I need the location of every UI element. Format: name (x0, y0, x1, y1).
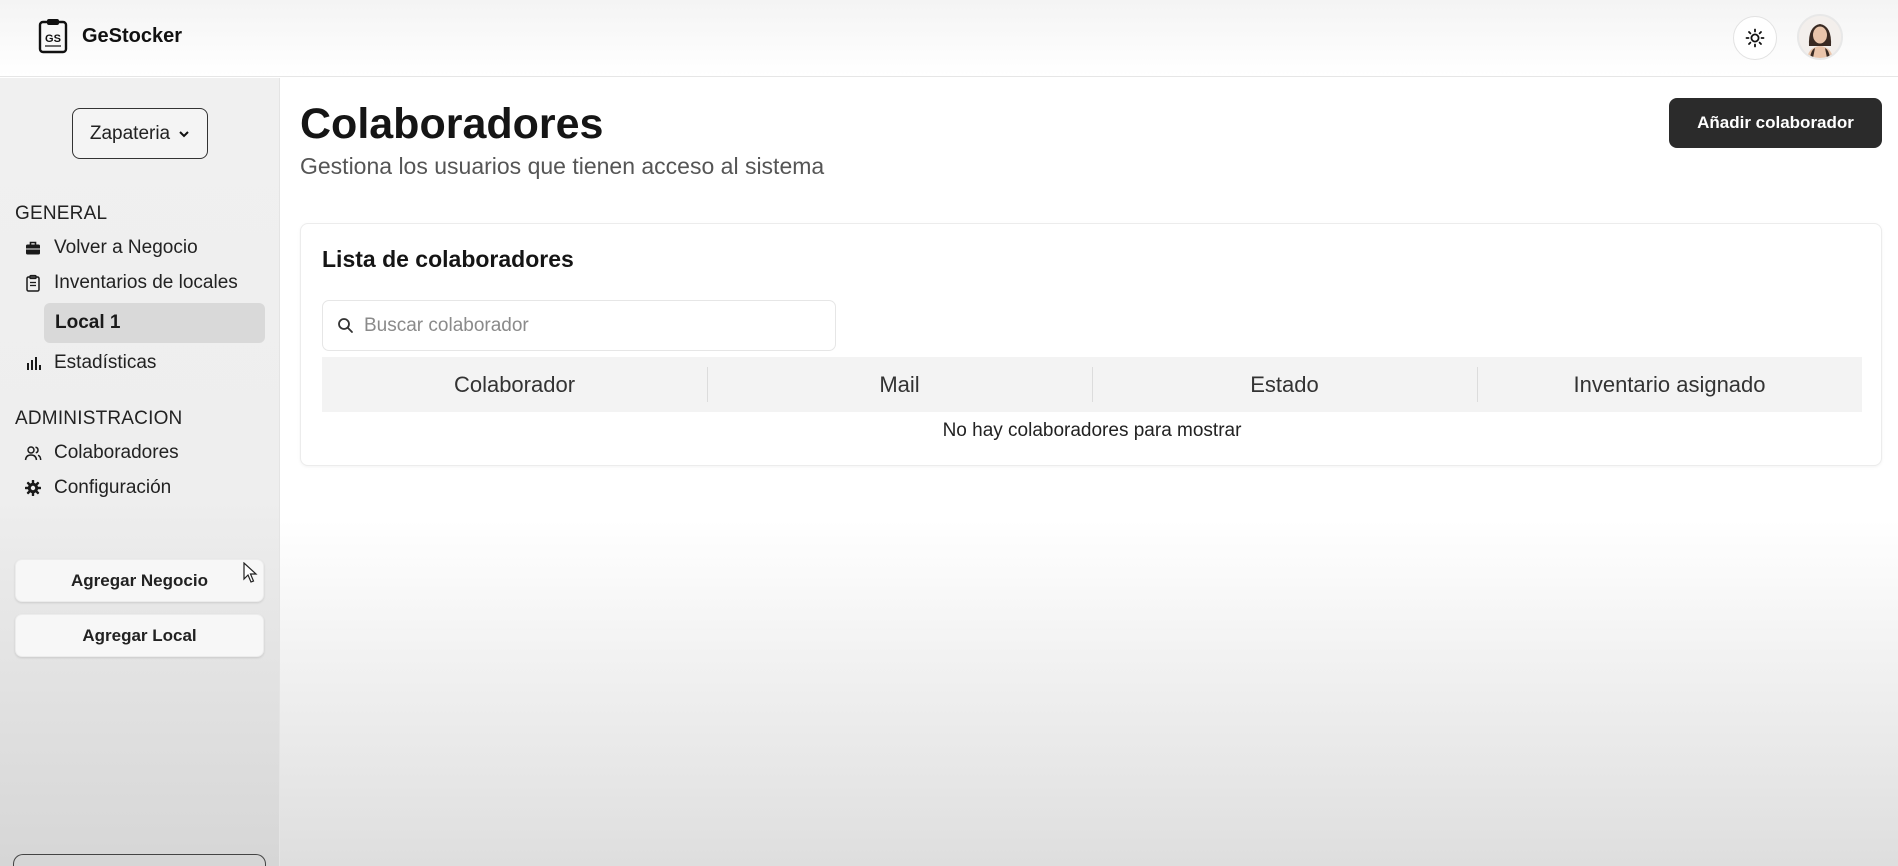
collaborators-card: Lista de colaboradores Colaborador Mail … (300, 223, 1882, 466)
sidebar-bottom-control[interactable] (13, 854, 266, 866)
sidebar-item-label: Inventarios de locales (54, 272, 238, 293)
sidebar: Zapateria GENERAL Volver a Negocio Inven… (0, 78, 280, 866)
page-subtitle: Gestiona los usuarios que tienen acceso … (300, 153, 825, 179)
sidebar-item-label: Estadísticas (54, 352, 157, 373)
top-bar: GS GeStocker (0, 0, 1898, 77)
business-select-value: Zapateria (89, 122, 171, 144)
section-title-administracion: ADMINISTRACION (15, 408, 183, 429)
empty-table-message: No hay colaboradores para mostrar (942, 420, 1242, 441)
table-header: Colaborador Mail Estado Inventario asign… (322, 357, 1862, 412)
sidebar-item-colaboradores[interactable]: Colaboradores (24, 442, 179, 464)
clipboard-logo-icon: GS (38, 19, 68, 54)
add-local-button[interactable]: Agregar Local (15, 614, 264, 657)
search-input[interactable] (364, 314, 804, 337)
avatar-icon (1799, 16, 1841, 58)
users-icon (24, 446, 42, 461)
column-header-inventario[interactable]: Inventario asignado (1477, 357, 1862, 412)
sidebar-item-estadisticas[interactable]: Estadísticas (24, 352, 156, 374)
sidebar-item-label: Volver a Negocio (54, 237, 198, 258)
page-title: Colaboradores (300, 100, 604, 148)
card-title: Lista de colaboradores (322, 246, 574, 272)
theme-toggle-button[interactable] (1733, 16, 1777, 60)
add-collaborator-button[interactable]: Añadir colaborador (1669, 98, 1882, 148)
sidebar-item-inventarios[interactable]: Inventarios de locales (24, 272, 238, 294)
bar-chart-icon (27, 357, 41, 370)
clipboard-icon (26, 274, 40, 292)
mouse-cursor-icon (243, 562, 258, 583)
sidebar-item-local-1[interactable]: Local 1 (44, 303, 265, 343)
column-header-colaborador[interactable]: Colaborador (322, 357, 707, 412)
app-root: GS GeStocker Zapateria GENERAL Volver a … (0, 0, 1898, 866)
search-box[interactable] (322, 300, 836, 351)
briefcase-icon (26, 241, 40, 255)
gear-icon (25, 480, 41, 496)
brand-mark: GS (45, 33, 61, 45)
add-business-button[interactable]: Agregar Negocio (15, 559, 264, 602)
user-avatar[interactable] (1797, 14, 1843, 60)
brand-name: GeStocker (82, 24, 183, 47)
chevron-down-icon (179, 130, 189, 137)
business-select[interactable]: Zapateria (72, 108, 208, 159)
column-header-mail[interactable]: Mail (707, 357, 1092, 412)
sun-icon (1745, 28, 1765, 48)
sidebar-item-volver-negocio[interactable]: Volver a Negocio (24, 237, 198, 259)
sidebar-item-label: Configuración (54, 477, 172, 498)
section-title-general: GENERAL (15, 203, 108, 224)
sidebar-item-label: Colaboradores (54, 442, 179, 463)
column-header-estado[interactable]: Estado (1092, 357, 1477, 412)
sidebar-item-configuracion[interactable]: Configuración (24, 477, 171, 499)
search-icon (338, 318, 353, 333)
brand[interactable]: GS GeStocker (38, 18, 182, 54)
